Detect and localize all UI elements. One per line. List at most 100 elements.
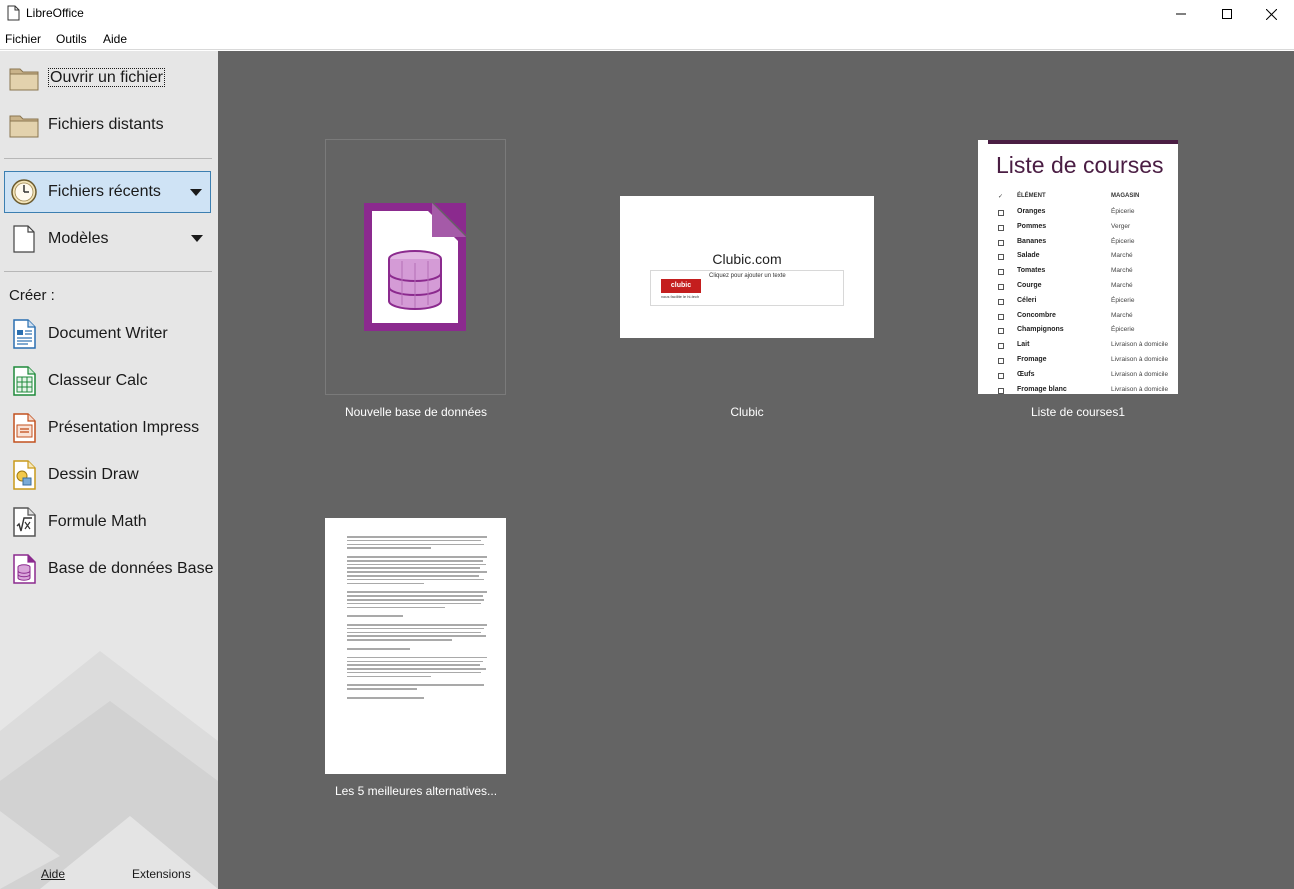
create-draw-label: Dessin Draw bbox=[48, 466, 139, 483]
slide-title: Clubic.com bbox=[712, 251, 782, 267]
create-draw-button[interactable]: Dessin Draw bbox=[4, 454, 211, 496]
close-icon bbox=[1265, 8, 1277, 20]
list-item-name: Céleri bbox=[1017, 296, 1037, 304]
list-item-store: Livraison à domicile bbox=[1111, 341, 1169, 349]
recent-doc-thumbnail[interactable] bbox=[325, 518, 506, 774]
close-button[interactable] bbox=[1248, 0, 1294, 28]
create-impress-button[interactable]: Présentation Impress bbox=[4, 407, 211, 449]
slide-subtitle: Cliquez pour ajouter un texte bbox=[709, 273, 786, 279]
create-impress-label: Présentation Impress bbox=[48, 419, 200, 436]
separator bbox=[4, 271, 212, 272]
list-item: Oranges Épicerie bbox=[978, 206, 1178, 220]
list-item-name: Concombre bbox=[1017, 311, 1056, 319]
folder-icon bbox=[9, 68, 39, 91]
create-base-label: Base de données Base bbox=[48, 560, 214, 577]
recent-files-button[interactable]: Fichiers récents bbox=[4, 171, 211, 213]
list-item-store: Épicerie bbox=[1111, 237, 1135, 245]
slide-subtitle-box: clubic vous facilite le hi-tech Cliquez … bbox=[650, 270, 844, 306]
list-item: Courge Marché bbox=[978, 280, 1178, 294]
window-title: LibreOffice bbox=[26, 6, 84, 20]
checkbox-icon bbox=[998, 210, 1004, 216]
recent-files-label: Fichiers récents bbox=[48, 183, 161, 200]
checkbox-icon bbox=[998, 284, 1004, 290]
create-math-label: Formule Math bbox=[48, 513, 147, 530]
list-item: Fromage blanc Livraison à domicile bbox=[978, 384, 1178, 394]
list-item: Pommes Verger bbox=[978, 221, 1178, 235]
clock-icon bbox=[11, 179, 37, 205]
separator bbox=[4, 158, 212, 159]
list-item: Lait Livraison à domicile bbox=[978, 339, 1178, 353]
clubic-logo: clubic bbox=[661, 279, 701, 293]
folder-icon bbox=[9, 115, 39, 138]
list-item-name: Salade bbox=[1017, 252, 1040, 260]
remote-files-button[interactable]: Fichiers distants bbox=[4, 104, 211, 146]
create-math-button[interactable]: Formule Math bbox=[4, 501, 211, 543]
checkbox-icon bbox=[998, 358, 1004, 364]
checkbox-icon bbox=[998, 269, 1004, 276]
list-item: Céleri Épicerie bbox=[978, 295, 1178, 309]
list-item-name: Tomates bbox=[1017, 267, 1046, 275]
checkbox-icon bbox=[998, 254, 1004, 261]
list-header-bar bbox=[988, 140, 1178, 144]
list-item-name: Courge bbox=[1017, 282, 1042, 289]
list-item: Champignons Épicerie bbox=[978, 324, 1178, 338]
list-item-name: Fromage blanc bbox=[1017, 385, 1067, 393]
base-icon bbox=[13, 554, 36, 584]
start-center-sidebar: Ouvrir un fichier Fichiers distants Fich… bbox=[0, 51, 218, 889]
recent-doc-thumbnail[interactable] bbox=[325, 139, 506, 395]
document-icon bbox=[7, 5, 20, 21]
create-writer-button[interactable]: Document Writer bbox=[4, 313, 211, 355]
recent-doc-name: Les 5 meilleures alternatives... bbox=[334, 784, 498, 798]
checkbox-icon bbox=[998, 343, 1004, 350]
list-item-store: Marché bbox=[1111, 267, 1133, 275]
list-item-name: Pommes bbox=[1017, 222, 1047, 230]
list-item-store: Verger bbox=[1111, 222, 1131, 230]
list-item-name: Bananes bbox=[1017, 237, 1047, 245]
chevron-down-icon[interactable] bbox=[191, 235, 203, 242]
remote-files-label: Fichiers distants bbox=[48, 116, 164, 133]
menu-bar: Fichier Outils Aide bbox=[0, 28, 1294, 50]
check-icon: ✓ bbox=[998, 194, 1004, 200]
list-item-store: Livraison à domicile bbox=[1111, 385, 1169, 393]
calc-icon bbox=[13, 366, 36, 396]
minimize-icon bbox=[1176, 13, 1186, 15]
templates-button[interactable]: Modèles bbox=[4, 218, 211, 260]
list-item: Concombre Marché bbox=[978, 310, 1178, 324]
create-base-button[interactable]: Base de données Base bbox=[4, 548, 214, 590]
create-calc-button[interactable]: Classeur Calc bbox=[4, 360, 211, 402]
menu-outils[interactable]: Outils bbox=[56, 32, 87, 46]
minimize-button[interactable] bbox=[1158, 0, 1204, 28]
recent-doc-name: Nouvelle base de données bbox=[344, 405, 488, 419]
list-item-name: Lait bbox=[1017, 341, 1030, 349]
recent-doc-thumbnail[interactable]: Liste de courses ✓ ÉLÉMENT MAGASIN Orang… bbox=[978, 140, 1178, 394]
chevron-down-icon[interactable] bbox=[190, 189, 202, 196]
list-item-store: Marché bbox=[1111, 252, 1133, 260]
checkbox-icon bbox=[998, 328, 1004, 335]
maximize-button[interactable] bbox=[1204, 0, 1250, 28]
menu-aide[interactable]: Aide bbox=[103, 32, 127, 46]
checkbox-icon bbox=[998, 313, 1004, 320]
create-writer-label: Document Writer bbox=[48, 325, 168, 342]
recent-doc-thumbnail[interactable]: Clubic.com clubic vous facilite le hi-te… bbox=[620, 196, 874, 338]
templates-label: Modèles bbox=[48, 230, 109, 247]
recent-documents-view: Nouvelle base de données Clubic.com club… bbox=[218, 51, 1294, 889]
extensions-link[interactable]: Extensions bbox=[132, 867, 191, 881]
list-item-name: Oranges bbox=[1017, 208, 1046, 215]
list-item-store: Livraison à domicile bbox=[1111, 356, 1169, 363]
list-item-store: Marché bbox=[1111, 282, 1133, 289]
list-item-store: Marché bbox=[1111, 311, 1133, 319]
document-preview-text bbox=[347, 536, 487, 701]
list-item-name: Fromage bbox=[1017, 356, 1047, 363]
list-item-store: Épicerie bbox=[1111, 208, 1135, 215]
help-link[interactable]: Aide bbox=[41, 867, 65, 881]
clubic-logo-tagline: vous facilite le hi-tech bbox=[661, 294, 700, 299]
checkbox-icon bbox=[998, 239, 1004, 246]
math-icon bbox=[13, 507, 36, 537]
checkbox-icon bbox=[998, 372, 1004, 379]
list-item-store: Épicerie bbox=[1111, 326, 1135, 334]
checkbox-icon bbox=[998, 387, 1004, 394]
open-file-button[interactable]: Ouvrir un fichier bbox=[4, 57, 211, 99]
list-item-name: Champignons bbox=[1017, 326, 1064, 334]
menu-fichier[interactable]: Fichier bbox=[5, 32, 41, 46]
checkbox-icon bbox=[998, 224, 1004, 231]
